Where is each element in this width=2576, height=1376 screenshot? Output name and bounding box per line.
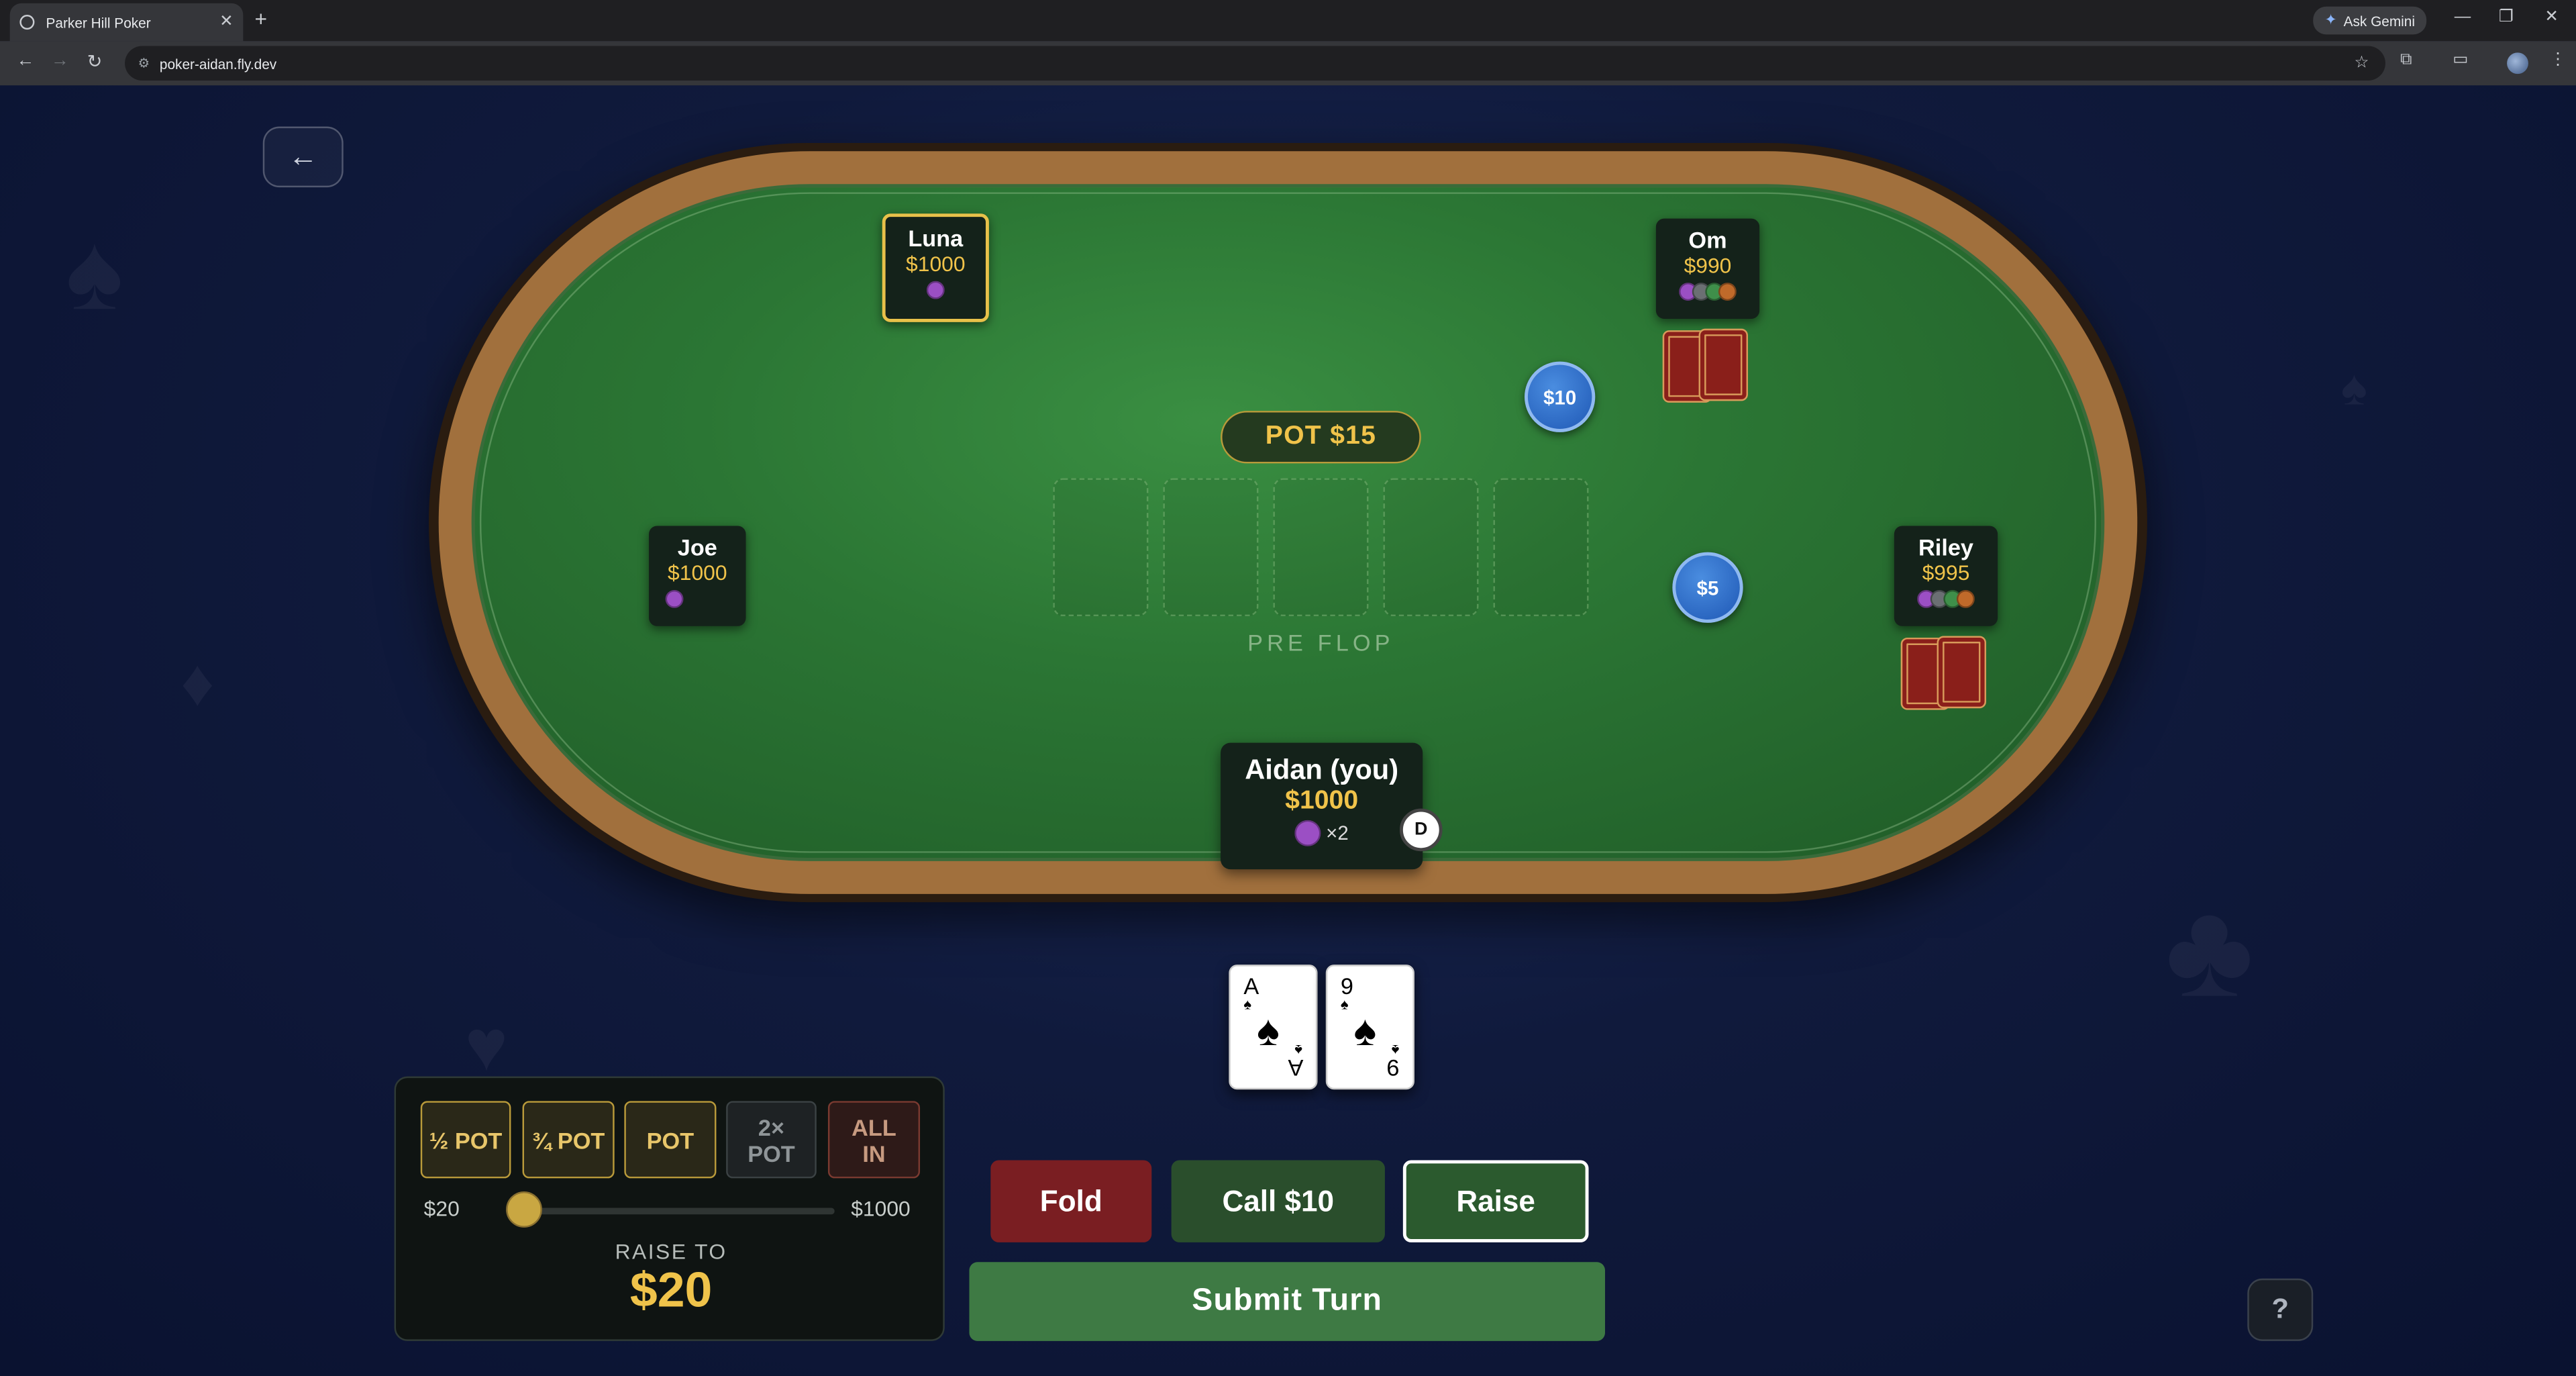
seat-joe: Joe $1000 <box>649 526 746 626</box>
player-stack: $995 <box>1922 560 1970 585</box>
reload-icon[interactable]: ↻ <box>87 51 103 72</box>
fold-button[interactable]: Fold <box>990 1160 1152 1242</box>
hole-card: A ♠ ♠ ♠ A <box>1229 965 1318 1090</box>
submit-turn-button[interactable]: Submit Turn <box>969 1262 1605 1341</box>
tab-title: Parker Hill Poker <box>46 13 151 31</box>
card-rank: 9 <box>1340 973 1353 999</box>
spade-icon: ♠ <box>1256 1005 1280 1055</box>
poker-page: ♠ ♠ ♦ ♣ ♥ ← Luna $1000 Om $990 Joe $1000 <box>0 85 2576 1376</box>
help-button[interactable]: ? <box>2247 1278 2314 1341</box>
url-text: poker-aidan.fly.dev <box>159 55 277 72</box>
profile-avatar[interactable] <box>2507 52 2528 75</box>
player-stack: $1000 <box>906 251 966 277</box>
restore-icon[interactable]: ❐ <box>2499 8 2514 26</box>
hole-card: 9 ♠ ♠ ♠ 9 <box>1325 965 1414 1090</box>
menu-kebab-icon[interactable]: ⋮ <box>2550 51 2566 69</box>
back-button[interactable]: ← <box>262 126 344 188</box>
close-window-icon[interactable]: ✕ <box>2544 8 2559 26</box>
riley-hidden-cards <box>1900 636 1990 711</box>
back-nav-icon[interactable]: ← <box>16 51 34 70</box>
seat-aidan-you: Aidan (you) $1000 ×2 <box>1221 742 1423 870</box>
card-back <box>1937 636 1986 709</box>
player-name: Aidan (you) <box>1245 754 1399 786</box>
chip-stack: ×2 <box>1221 820 1423 846</box>
seat-luna: Luna $1000 <box>882 213 989 322</box>
club-decoration-icon: ♣ <box>2165 875 2254 1026</box>
street-label: PRE FLOP <box>1247 629 1394 656</box>
site-info-icon[interactable]: ⚙ <box>138 56 150 70</box>
bet-chip-riley: $5 <box>1672 552 1743 623</box>
chip-stack <box>1656 283 1759 301</box>
call-button[interactable]: Call $10 <box>1171 1160 1385 1242</box>
player-stack: $990 <box>1684 253 1732 278</box>
spade-icon: ♠ <box>1243 995 1252 1013</box>
om-hidden-cards <box>1662 328 1751 405</box>
three-quarter-pot-button[interactable]: ¾ POT <box>522 1101 615 1179</box>
raise-max-label: $1000 <box>851 1196 911 1222</box>
new-tab-icon[interactable]: + <box>254 7 267 32</box>
spade-decoration-icon: ♠ <box>65 210 123 332</box>
board-card-slot <box>1273 478 1369 617</box>
close-tab-icon[interactable]: ✕ <box>219 13 234 32</box>
bet-chip-om: $10 <box>1525 361 1596 432</box>
chip <box>1956 589 1975 608</box>
forward-nav-icon[interactable]: → <box>51 51 69 70</box>
spade-icon: ♠ <box>1340 995 1349 1013</box>
ask-gemini-button[interactable]: ✦ Ask Gemini <box>2313 6 2427 35</box>
half-pot-button[interactable]: ½ POT <box>420 1101 511 1179</box>
raise-to-label: RAISE TO <box>615 1239 727 1264</box>
dealer-button: D <box>1399 808 1443 852</box>
raise-panel: ½ POT ¾ POT POT 2× POT ALL IN $20 $1000 … <box>394 1076 945 1341</box>
chip-stack <box>649 589 745 608</box>
player-name: Om <box>1688 226 1727 254</box>
chip-stack <box>886 281 986 299</box>
player-name: Riley <box>1918 534 1973 560</box>
side-panel-icon[interactable]: ▭ <box>2453 51 2468 69</box>
raise-amount: $20 <box>629 1263 713 1318</box>
player-stack: $1000 <box>1285 787 1359 816</box>
all-in-button[interactable]: ALL IN <box>827 1101 921 1179</box>
bookmark-star-icon[interactable]: ☆ <box>2354 54 2369 72</box>
gemini-sparkle-icon: ✦ <box>2324 11 2337 28</box>
chip <box>1718 283 1737 301</box>
chip <box>926 281 945 299</box>
card-rank: A <box>1243 973 1259 999</box>
diamond-decoration-icon: ♦ <box>181 647 215 720</box>
card-back <box>1698 328 1748 401</box>
player-stack: $1000 <box>668 560 727 585</box>
board-card-slot <box>1163 478 1259 617</box>
player-name: Luna <box>908 225 964 252</box>
pot-button[interactable]: POT <box>624 1101 717 1179</box>
spade-icon: ♠ <box>1353 1005 1377 1055</box>
raise-slider-thumb[interactable] <box>506 1191 542 1228</box>
card-rank: 9 <box>1386 1054 1400 1081</box>
spade-decoration-icon: ♠ <box>2340 361 2367 416</box>
seat-om: Om $990 <box>1655 218 1760 319</box>
raise-button[interactable]: Raise <box>1402 1160 1589 1242</box>
browser-toolbar: ← → ↻ ⚙ poker-aidan.fly.dev ☆ <box>0 41 2576 86</box>
chip-stack <box>1894 589 1998 608</box>
card-rank: A <box>1287 1054 1303 1081</box>
minimize-icon[interactable]: — <box>2455 8 2471 26</box>
browser-tab[interactable]: Parker Hill Poker ✕ <box>9 3 244 42</box>
raise-slider-track[interactable] <box>506 1208 835 1215</box>
seat-riley: Riley $995 <box>1894 526 1998 626</box>
pot-display: POT $15 <box>1221 411 1421 464</box>
raise-min-label: $20 <box>423 1196 460 1222</box>
heart-decoration-icon: ♥ <box>464 1005 508 1087</box>
ask-gemini-label: Ask Gemini <box>2343 12 2416 29</box>
board-card-slot <box>1053 478 1149 617</box>
board-card-slot <box>1383 478 1479 617</box>
chip-count: ×2 <box>1326 822 1349 845</box>
chip <box>665 589 684 608</box>
chip <box>1294 820 1321 846</box>
player-name: Joe <box>677 534 717 560</box>
browser-tab-bar: Parker Hill Poker ✕ + ✦ Ask Gemini — ❐ ✕ <box>0 0 2576 42</box>
globe-icon <box>19 15 35 30</box>
double-pot-button[interactable]: 2× POT <box>726 1101 817 1179</box>
extensions-icon[interactable]: ⧉ <box>2400 51 2412 69</box>
board-card-slot <box>1493 478 1589 617</box>
address-bar[interactable]: ⚙ poker-aidan.fly.dev ☆ <box>125 46 2385 81</box>
